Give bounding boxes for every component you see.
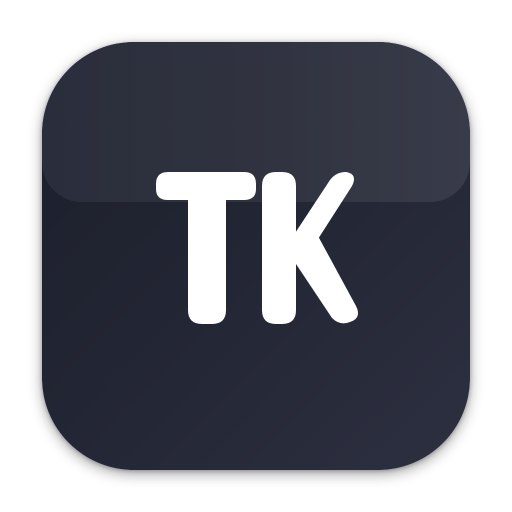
letter-k-lower-leg [292,236,358,324]
icon-canvas: TK [0,0,512,512]
letter-t [156,172,256,324]
monogram: TK [0,0,512,512]
monogram-glyphs [156,172,358,324]
